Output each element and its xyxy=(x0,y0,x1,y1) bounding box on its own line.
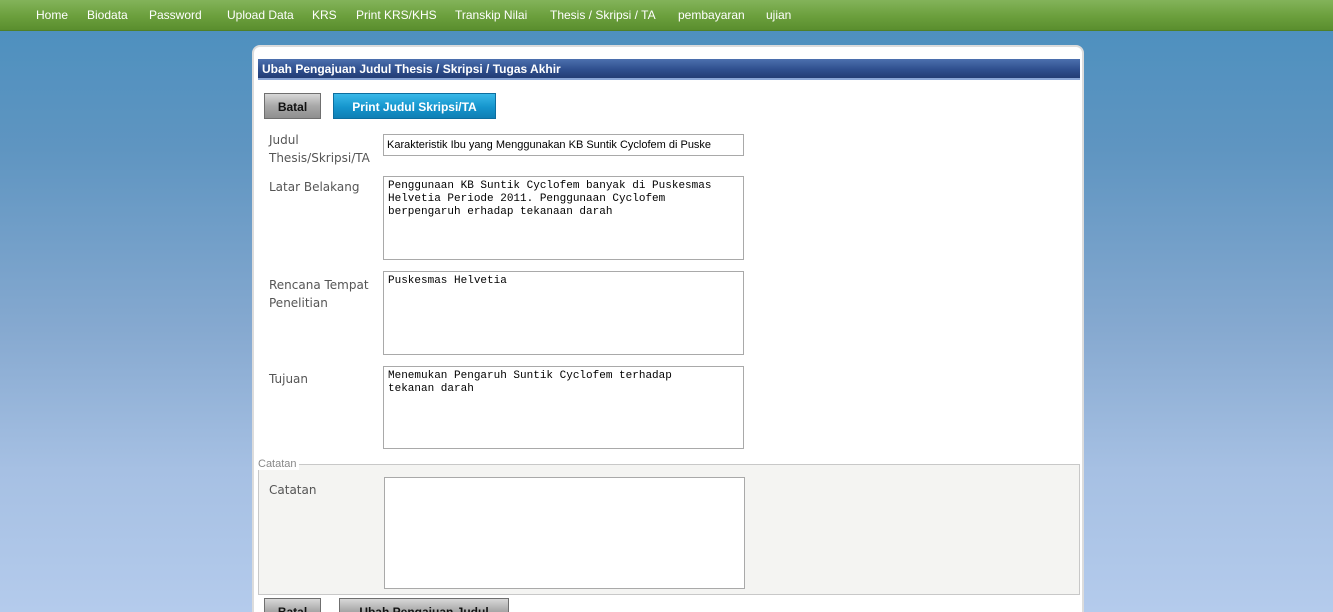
judul-label: Judul Thesis/Skripsi/TA xyxy=(269,131,370,167)
nav-thesis-skripsi-ta-link[interactable]: Thesis / Skripsi / TA xyxy=(550,8,656,22)
latar-belakang-label: Latar Belakang xyxy=(269,180,360,194)
nav-upload-data-link[interactable]: Upload Data xyxy=(227,8,294,22)
catatan-label: Catatan xyxy=(269,483,317,497)
batal-button[interactable]: Batal xyxy=(264,93,321,119)
catatan-legend: Catatan xyxy=(258,458,299,470)
nav-transkip-nilai-link[interactable]: Transkip Nilai xyxy=(455,8,527,22)
nav-password-link[interactable]: Password xyxy=(149,8,202,22)
catatan-textarea[interactable] xyxy=(384,477,745,589)
latar-belakang-textarea[interactable]: Penggunaan KB Suntik Cyclofem banyak di … xyxy=(383,176,744,260)
nav-print-krs-khs-link[interactable]: Print KRS/KHS xyxy=(356,8,437,22)
rencana-label-line1: Rencana Tempat xyxy=(269,278,369,292)
top-navigation-bar: Home Biodata Password Upload Data KRS Pr… xyxy=(0,0,1333,31)
judul-label-line2: Thesis/Skripsi/TA xyxy=(269,151,370,165)
nav-krs-link[interactable]: KRS xyxy=(312,8,337,22)
nav-biodata-link[interactable]: Biodata xyxy=(87,8,128,22)
judul-label-line1: Judul xyxy=(269,133,299,147)
nav-ujian-link[interactable]: ujian xyxy=(766,8,791,22)
nav-pembayaran-link[interactable]: pembayaran xyxy=(678,8,745,22)
print-judul-button[interactable]: Print Judul Skripsi/TA xyxy=(333,93,496,119)
ubah-pengajuan-judul-button[interactable]: Ubah Pengajuan Judul xyxy=(339,598,509,612)
tujuan-label: Tujuan xyxy=(269,372,309,386)
tujuan-textarea[interactable]: Menemukan Pengaruh Suntik Cyclofem terha… xyxy=(383,366,744,449)
rencana-label-line2: Penelitian xyxy=(269,296,328,310)
panel-title: Ubah Pengajuan Judul Thesis / Skripsi / … xyxy=(258,59,1080,80)
nav-home-link[interactable]: Home xyxy=(36,8,68,22)
rencana-tempat-label: Rencana Tempat Penelitian xyxy=(269,276,369,312)
judul-input[interactable]: Karakteristik Ibu yang Menggunakan KB Su… xyxy=(383,134,744,156)
rencana-tempat-textarea[interactable]: Puskesmas Helvetia xyxy=(383,271,744,355)
bottom-batal-button[interactable]: Batal xyxy=(264,598,321,612)
